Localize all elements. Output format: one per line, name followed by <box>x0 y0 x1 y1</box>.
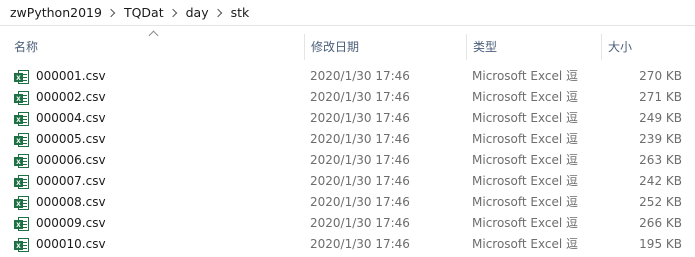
file-row[interactable]: x 000006.csv 2020/1/30 17:46 Microsoft E… <box>0 150 695 171</box>
chevron-right-icon[interactable] <box>106 8 116 17</box>
excel-csv-icon: x <box>14 111 30 127</box>
file-modified: 2020/1/30 17:46 <box>310 174 410 188</box>
file-row[interactable]: x 000007.csv 2020/1/30 17:46 Microsoft E… <box>0 171 695 192</box>
file-name: 000010.csv <box>36 237 106 251</box>
file-row[interactable]: x 000008.csv 2020/1/30 17:46 Microsoft E… <box>0 192 695 213</box>
file-type: Microsoft Excel 逗 <box>472 237 579 251</box>
column-header-row: 名称 修改日期 类型 大小 <box>0 30 695 60</box>
file-modified: 2020/1/30 17:46 <box>310 216 410 230</box>
excel-csv-icon: x <box>14 90 30 106</box>
excel-csv-icon: x <box>14 132 30 148</box>
breadcrumb: zwPython2019 TQDat day stk <box>0 0 695 26</box>
file-row[interactable]: x 000005.csv 2020/1/30 17:46 Microsoft E… <box>0 129 695 150</box>
file-row[interactable]: x 000004.csv 2020/1/30 17:46 Microsoft E… <box>0 108 695 129</box>
file-modified: 2020/1/30 17:46 <box>310 195 410 209</box>
excel-csv-icon: x <box>14 216 30 232</box>
file-type: Microsoft Excel 逗 <box>472 132 579 146</box>
file-name-cell: x 000005.csv <box>14 129 299 150</box>
file-row[interactable]: x 000001.csv 2020/1/30 17:46 Microsoft E… <box>0 66 695 87</box>
file-name-cell: x 000004.csv <box>14 108 299 129</box>
excel-csv-icon: x <box>14 195 30 211</box>
breadcrumb-item-tqdat[interactable]: TQDat <box>120 5 168 20</box>
file-size: 252 KB <box>639 195 682 209</box>
file-modified: 2020/1/30 17:46 <box>310 153 410 167</box>
file-name: 000002.csv <box>36 90 106 104</box>
breadcrumb-item-zwpython2019[interactable]: zwPython2019 <box>6 5 106 20</box>
file-size: 271 KB <box>639 90 682 104</box>
file-name: 000004.csv <box>36 111 106 125</box>
file-size: 195 KB <box>639 237 682 251</box>
file-name-cell: x 000007.csv <box>14 171 299 192</box>
file-row[interactable]: x 000010.csv 2020/1/30 17:46 Microsoft E… <box>0 234 695 255</box>
file-name: 000006.csv <box>36 153 106 167</box>
file-modified: 2020/1/30 17:46 <box>310 237 410 251</box>
breadcrumb-item-day[interactable]: day <box>182 5 213 20</box>
file-name-cell: x 000006.csv <box>14 150 299 171</box>
file-modified: 2020/1/30 17:46 <box>310 111 410 125</box>
column-header-type[interactable]: 类型 <box>466 34 601 60</box>
column-header-size[interactable]: 大小 <box>601 34 695 60</box>
file-row[interactable]: x 000002.csv 2020/1/30 17:46 Microsoft E… <box>0 87 695 108</box>
file-type: Microsoft Excel 逗 <box>472 111 579 125</box>
file-modified: 2020/1/30 17:46 <box>310 90 410 104</box>
file-type: Microsoft Excel 逗 <box>472 195 579 209</box>
excel-csv-icon: x <box>14 174 30 190</box>
file-name: 000007.csv <box>36 174 106 188</box>
file-size: 266 KB <box>639 216 682 230</box>
file-name-cell: x 000009.csv <box>14 213 299 234</box>
file-list: x 000001.csv 2020/1/30 17:46 Microsoft E… <box>0 66 695 255</box>
file-name-cell: x 000001.csv <box>14 66 299 87</box>
file-name: 000008.csv <box>36 195 106 209</box>
file-name: 000005.csv <box>36 132 106 146</box>
breadcrumb-item-stk[interactable]: stk <box>227 5 254 20</box>
excel-csv-icon: x <box>14 153 30 169</box>
column-header-name[interactable]: 名称 <box>8 34 304 60</box>
chevron-right-icon[interactable] <box>168 8 177 17</box>
excel-csv-icon: x <box>14 69 30 85</box>
file-name-cell: x 000002.csv <box>14 87 299 108</box>
file-size: 270 KB <box>639 69 682 83</box>
file-size: 249 KB <box>639 111 682 125</box>
file-size: 239 KB <box>639 132 682 146</box>
file-size: 242 KB <box>639 174 682 188</box>
file-modified: 2020/1/30 17:46 <box>310 69 410 83</box>
file-type: Microsoft Excel 逗 <box>472 216 579 230</box>
file-name: 000009.csv <box>36 216 106 230</box>
file-type: Microsoft Excel 逗 <box>472 153 579 167</box>
file-name-cell: x 000008.csv <box>14 192 299 213</box>
chevron-right-icon[interactable] <box>213 8 222 17</box>
file-name-cell: x 000010.csv <box>14 234 299 255</box>
excel-csv-icon: x <box>14 237 30 253</box>
file-name: 000001.csv <box>36 69 106 83</box>
file-type: Microsoft Excel 逗 <box>472 174 579 188</box>
column-header-modified[interactable]: 修改日期 <box>304 34 466 60</box>
file-size: 263 KB <box>639 153 682 167</box>
file-type: Microsoft Excel 逗 <box>472 90 579 104</box>
file-modified: 2020/1/30 17:46 <box>310 132 410 146</box>
file-row[interactable]: x 000009.csv 2020/1/30 17:46 Microsoft E… <box>0 213 695 234</box>
file-type: Microsoft Excel 逗 <box>472 69 579 83</box>
